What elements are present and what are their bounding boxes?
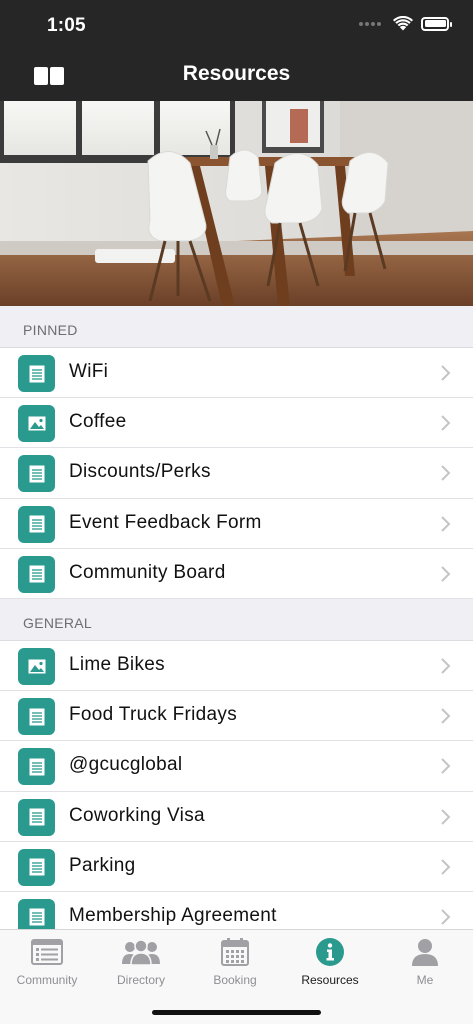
list-item-event-feedback-form[interactable]: Event Feedback Form bbox=[0, 498, 473, 549]
status-indicators bbox=[359, 16, 452, 31]
chevron-right-icon bbox=[441, 515, 451, 532]
chevron-right-icon bbox=[441, 465, 451, 482]
list-item-label: Membership Agreement bbox=[69, 904, 277, 926]
list-item-parking[interactable]: Parking bbox=[0, 841, 473, 893]
tab-label: Community bbox=[16, 973, 78, 987]
list-item-label: Discounts/Perks bbox=[69, 461, 211, 483]
list-item-label: Food Truck Fridays bbox=[69, 704, 238, 726]
cellular-signal-icon bbox=[359, 21, 381, 26]
hero-image bbox=[0, 101, 473, 306]
list-item-community-board[interactable]: Community Board bbox=[0, 548, 473, 600]
chevron-right-icon bbox=[441, 808, 451, 825]
status-time: 1:05 bbox=[47, 15, 86, 36]
document-icon bbox=[18, 505, 55, 543]
list-item-gcucglobal[interactable]: @gcucglobal bbox=[0, 741, 473, 792]
navigation-bar: Resources bbox=[0, 52, 473, 101]
chevron-right-icon bbox=[441, 909, 451, 925]
tab-booking[interactable]: Booking bbox=[188, 936, 282, 987]
chevron-right-icon bbox=[441, 758, 451, 775]
document-icon bbox=[18, 455, 55, 493]
document-icon bbox=[18, 848, 55, 886]
list-item-label: Event Feedback Form bbox=[69, 511, 262, 533]
document-icon bbox=[18, 555, 55, 593]
image-icon bbox=[18, 647, 55, 685]
chevron-right-icon bbox=[441, 566, 451, 582]
list-item-label: Coffee bbox=[69, 411, 127, 433]
battery-icon bbox=[421, 16, 452, 31]
document-icon bbox=[18, 698, 55, 736]
image-icon bbox=[18, 405, 55, 443]
tab-me[interactable]: Me bbox=[378, 936, 472, 987]
chevron-right-icon bbox=[441, 658, 451, 674]
list-item-membership-agreement[interactable]: Membership Agreement bbox=[0, 891, 473, 929]
status-bar: 1:05 bbox=[0, 0, 473, 52]
tab-resources[interactable]: Resources bbox=[283, 936, 377, 987]
tab-directory[interactable]: Directory bbox=[94, 936, 188, 987]
section-header-general: GENERAL bbox=[0, 598, 473, 641]
tab-label: Resources bbox=[301, 973, 359, 987]
wifi-icon bbox=[393, 16, 413, 31]
tab-label: Booking bbox=[213, 973, 257, 987]
document-icon bbox=[18, 748, 55, 786]
chevron-right-icon bbox=[441, 858, 451, 875]
resources-list[interactable]: PINNED WiFi Coffee Discounts/Perks Event… bbox=[0, 306, 473, 929]
home-indicator[interactable] bbox=[152, 1010, 321, 1015]
chevron-right-icon bbox=[441, 365, 451, 381]
tab-bar: Community Directory Booking Resources Me bbox=[0, 929, 473, 1024]
list-item-coworking-visa[interactable]: Coworking Visa bbox=[0, 791, 473, 842]
document-icon bbox=[18, 355, 55, 392]
chevron-right-icon bbox=[441, 415, 451, 431]
section-header-pinned: PINNED bbox=[0, 306, 473, 348]
directory-icon bbox=[122, 939, 160, 965]
tab-label: Me bbox=[416, 973, 434, 987]
list-item-label: Community Board bbox=[69, 561, 226, 583]
list-item-lime-bikes[interactable]: Lime Bikes bbox=[0, 640, 473, 692]
list-item-label: @gcucglobal bbox=[69, 754, 183, 776]
list-item-wifi[interactable]: WiFi bbox=[0, 348, 473, 399]
list-item-label: Coworking Visa bbox=[69, 804, 205, 826]
tab-community[interactable]: Community bbox=[0, 936, 94, 987]
list-item-discounts-perks[interactable]: Discounts/Perks bbox=[0, 448, 473, 499]
document-icon bbox=[18, 798, 55, 836]
info-icon bbox=[316, 938, 344, 966]
chevron-right-icon bbox=[441, 708, 451, 724]
calendar-icon bbox=[221, 938, 249, 966]
list-item-food-truck-fridays[interactable]: Food Truck Fridays bbox=[0, 691, 473, 742]
list-item-coffee[interactable]: Coffee bbox=[0, 398, 473, 449]
list-item-label: Lime Bikes bbox=[69, 653, 165, 675]
tab-label: Directory bbox=[116, 973, 165, 987]
person-icon bbox=[412, 939, 438, 966]
community-icon bbox=[31, 939, 63, 965]
list-item-label: Parking bbox=[69, 854, 136, 876]
document-icon bbox=[18, 898, 55, 929]
page-title: Resources bbox=[182, 62, 291, 85]
list-item-label: WiFi bbox=[69, 361, 109, 382]
